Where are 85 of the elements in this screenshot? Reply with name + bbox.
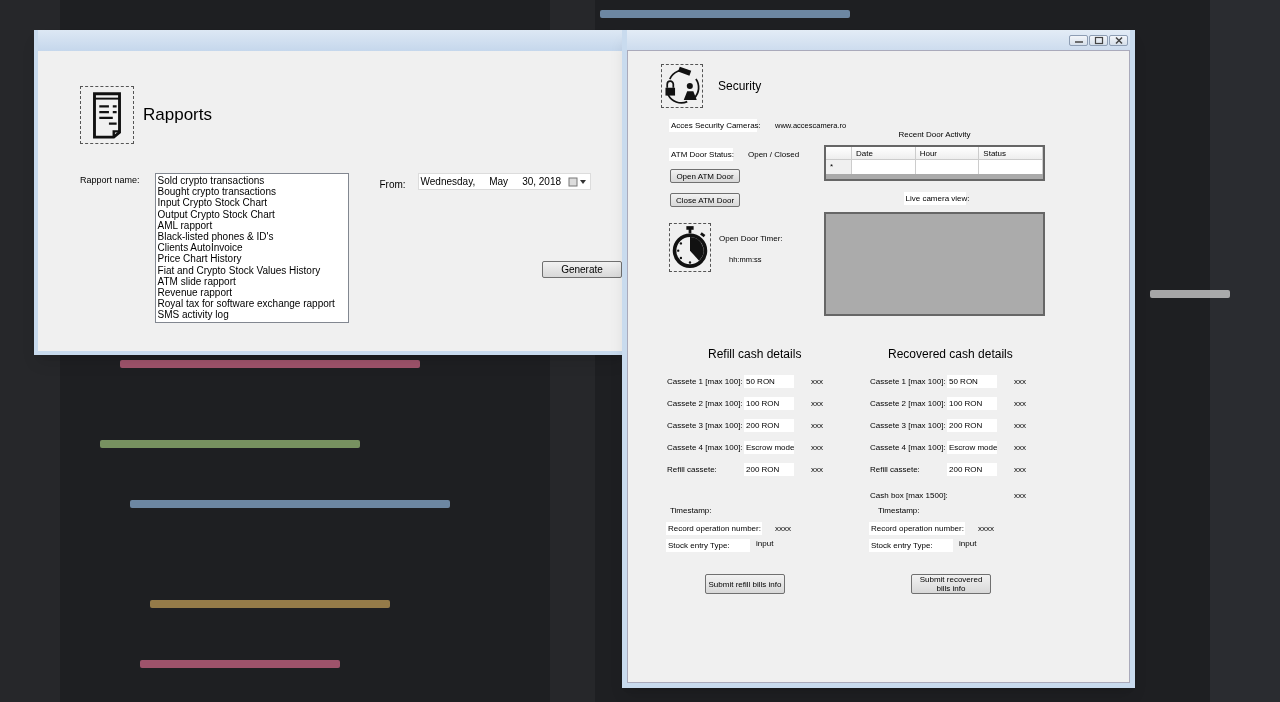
amount-field[interactable]: 100 RON bbox=[744, 397, 794, 410]
submit-button[interactable]: Submit refill bills info bbox=[705, 574, 785, 594]
window-heading: Security bbox=[718, 78, 762, 95]
section-title: Recovered cash details bbox=[888, 347, 1014, 361]
list-item[interactable]: Royal tax for software exchange rapport bbox=[157, 298, 347, 310]
field-label: Cash box [max 1500]: bbox=[869, 489, 947, 502]
door-status: Open / Closed bbox=[748, 148, 800, 161]
amount-field[interactable]: 200 RON bbox=[744, 463, 794, 476]
amount-reading: xxx bbox=[811, 397, 823, 410]
field-label: Cassete 2 [max 100]: bbox=[869, 397, 947, 410]
door-status-field[interactable]: ATM Door Status: bbox=[669, 148, 733, 161]
column-header[interactable]: Hour bbox=[915, 147, 980, 159]
stock-type: input bbox=[959, 539, 977, 549]
column-header[interactable]: Date bbox=[852, 147, 916, 159]
stopwatch-icon bbox=[669, 223, 711, 272]
date-picker[interactable]: Wednesday, May 30, 2018 bbox=[417, 173, 591, 190]
list-item[interactable]: ATM slide rapport bbox=[157, 275, 347, 288]
field-label: Refill cassete: bbox=[869, 463, 921, 476]
amount-field[interactable]: Escrow mode bbox=[947, 441, 997, 454]
amount-field[interactable]: 200 RON bbox=[947, 463, 997, 476]
field-label: Rapport name: bbox=[80, 174, 141, 187]
open-door-button[interactable]: Open ATM Door bbox=[670, 169, 740, 183]
field-label: Cassete 4 [max 100]: bbox=[666, 441, 744, 454]
list-item[interactable]: AML rapport bbox=[157, 219, 347, 231]
new-row-marker: * bbox=[826, 160, 852, 174]
list-item[interactable]: Sold crypto transactions bbox=[157, 175, 347, 187]
close-door-button[interactable]: Close ATM Door bbox=[670, 193, 740, 207]
list-item[interactable]: Output Crypto Stock Chart bbox=[157, 208, 347, 220]
list-item[interactable]: Black-listed phones & ID's bbox=[157, 231, 347, 243]
section-title: Refill cash details bbox=[708, 347, 803, 361]
amount-field[interactable]: 200 RON bbox=[947, 419, 997, 432]
list-item[interactable]: Revenue rapport bbox=[157, 287, 347, 299]
close-icon bbox=[1113, 35, 1124, 45]
timestamp-label: Timestamp: bbox=[669, 506, 713, 516]
document-icon bbox=[80, 86, 134, 144]
security-icon bbox=[661, 64, 703, 108]
table-title: Recent Door Activity bbox=[898, 129, 971, 141]
list-item[interactable]: Bought crypto transactions bbox=[157, 186, 347, 198]
rapport-list[interactable] bbox=[154, 173, 350, 323]
field-label: Cassete 1 [max 100]: bbox=[666, 375, 744, 388]
minimize-button[interactable] bbox=[1069, 34, 1088, 46]
field-label: Cassete 3 [max 100]: bbox=[869, 419, 947, 432]
maximize-icon bbox=[1093, 35, 1104, 45]
record-number-field[interactable]: Record operation number: bbox=[666, 522, 762, 535]
calendar-dropdown-icon[interactable] bbox=[567, 176, 588, 187]
column-header[interactable]: Status bbox=[979, 147, 1043, 159]
close-button[interactable] bbox=[1109, 34, 1128, 46]
amount-field[interactable]: Escrow mode bbox=[744, 441, 794, 454]
list-item[interactable]: Fiat and Crypto Stock Values History bbox=[157, 264, 347, 276]
amount-reading: xxx bbox=[1014, 441, 1026, 454]
stock-type: input bbox=[756, 539, 774, 549]
list-item[interactable]: Price Chart History bbox=[157, 253, 347, 265]
amount-reading: xxx bbox=[1014, 489, 1026, 502]
amount-field[interactable]: 50 RON bbox=[947, 375, 997, 388]
record-number: xxxx bbox=[775, 522, 791, 535]
record-number-field[interactable]: Record operation number: bbox=[869, 522, 965, 535]
amount-field[interactable]: 100 RON bbox=[947, 397, 997, 410]
record-number: xxxx bbox=[978, 522, 994, 535]
amount-reading: xxx bbox=[811, 441, 823, 454]
amount-reading: xxx bbox=[811, 419, 823, 432]
amount-reading: xxx bbox=[811, 463, 823, 476]
stock-type-field[interactable]: Stock entry Type: bbox=[666, 539, 750, 552]
timestamp-label: Timestamp: bbox=[877, 506, 921, 516]
stock-type-field[interactable]: Stock entry Type: bbox=[869, 539, 953, 552]
amount-reading: xxx bbox=[1014, 463, 1026, 476]
submit-button[interactable]: Submit recovered bills info bbox=[911, 574, 991, 594]
amount-reading: xxx bbox=[1014, 419, 1026, 432]
field-label: Cassete 3 [max 100]: bbox=[666, 419, 744, 432]
field-label: Cassete 2 [max 100]: bbox=[666, 397, 744, 410]
maximize-button[interactable] bbox=[1089, 34, 1108, 46]
list-item[interactable]: Clients AutoInvoice bbox=[157, 242, 347, 254]
amount-field[interactable]: 200 RON bbox=[744, 419, 794, 432]
amount-reading: xxx bbox=[811, 375, 823, 388]
field-label: From: bbox=[379, 178, 406, 192]
timer-label: Open Door Timer: bbox=[719, 233, 783, 245]
field-label: Cassete 4 [max 100]: bbox=[869, 441, 947, 454]
window-heading: Rapports bbox=[143, 104, 212, 127]
list-item[interactable]: Input Crypto Stock Chart bbox=[157, 197, 347, 209]
field-label: Refill cassete: bbox=[666, 463, 718, 476]
amount-reading: xxx bbox=[1014, 397, 1026, 410]
amount-reading: xxx bbox=[1014, 375, 1026, 388]
list-item[interactable]: SMS activity log bbox=[157, 309, 347, 321]
generate-button[interactable]: Generate bbox=[542, 261, 622, 278]
field-label: Cassete 1 [max 100]: bbox=[869, 375, 947, 388]
amount-field[interactable]: 50 RON bbox=[744, 375, 794, 388]
